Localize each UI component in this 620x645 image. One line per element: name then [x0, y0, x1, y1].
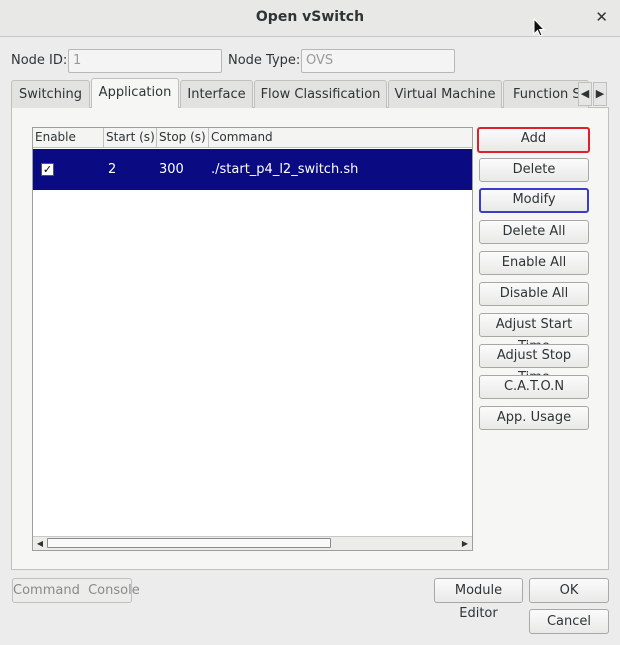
cancel-button[interactable]: Cancel [529, 609, 609, 634]
close-icon[interactable]: ✕ [595, 8, 608, 26]
scroll-left-icon[interactable]: ◀ [33, 537, 47, 550]
modify-button[interactable]: Modify [479, 188, 589, 213]
table-header: Enable Start (s) Stop (s) Command [33, 128, 472, 148]
tab-function-script[interactable]: Function Sc [503, 80, 589, 108]
delete-button[interactable]: Delete [479, 158, 589, 182]
scroll-right-icon[interactable]: ▶ [458, 537, 472, 550]
app-usage-button[interactable]: App. Usage [479, 406, 589, 430]
scrollbar-thumb[interactable] [47, 538, 331, 548]
node-id-field: 1 [68, 49, 222, 73]
delete-all-button[interactable]: Delete All [479, 220, 589, 244]
caton-button[interactable]: C.A.T.O.N [479, 375, 589, 399]
node-type-field: OVS [301, 49, 455, 73]
tab-application[interactable]: Application [91, 78, 179, 108]
enable-checkbox[interactable]: ✓ [41, 163, 54, 176]
node-type-label: Node Type: [228, 53, 301, 68]
module-editor-button[interactable]: Module Editor [434, 578, 523, 621]
tab-interface[interactable]: Interface [180, 80, 253, 108]
command-cell: ./start_p4_l2_switch.sh [211, 162, 359, 177]
title-bar: Open vSwitch ✕ [0, 0, 620, 37]
add-button[interactable]: Add [477, 127, 590, 153]
application-table: Enable Start (s) Stop (s) Command ✓ 2 30… [32, 127, 473, 551]
horizontal-scrollbar[interactable]: ◀ ▶ [33, 536, 472, 550]
mouse-cursor-icon [533, 18, 546, 37]
node-id-label: Node ID: [11, 53, 68, 68]
tab-scroll-right-icon[interactable]: ▶ [593, 82, 607, 106]
column-enable[interactable]: Enable [33, 128, 104, 148]
stop-cell: 300 [159, 162, 184, 177]
adjust-stop-time-button[interactable]: Adjust Stop Time [479, 344, 589, 385]
tab-bar: Switching Application Interface Flow Cla… [11, 78, 609, 108]
disable-all-button[interactable]: Disable All [479, 282, 589, 306]
table-row[interactable]: ✓ 2 300 ./start_p4_l2_switch.sh [33, 149, 472, 190]
start-cell: 2 [108, 162, 117, 177]
tab-scroll-left-icon[interactable]: ◀ [578, 82, 592, 106]
column-stop[interactable]: Stop (s) [157, 128, 209, 148]
enable-all-button[interactable]: Enable All [479, 251, 589, 275]
window-title: Open vSwitch [255, 9, 365, 25]
column-start[interactable]: Start (s) [104, 128, 157, 148]
tab-flow-classification[interactable]: Flow Classification [254, 80, 387, 108]
column-command[interactable]: Command [209, 128, 472, 148]
ok-button[interactable]: OK [529, 578, 609, 603]
tab-switching[interactable]: Switching [11, 80, 90, 108]
adjust-start-time-button[interactable]: Adjust Start Time [479, 313, 589, 354]
tab-virtual-machine[interactable]: Virtual Machine [388, 80, 502, 108]
command-console-button[interactable]: Command Console [12, 578, 140, 603]
